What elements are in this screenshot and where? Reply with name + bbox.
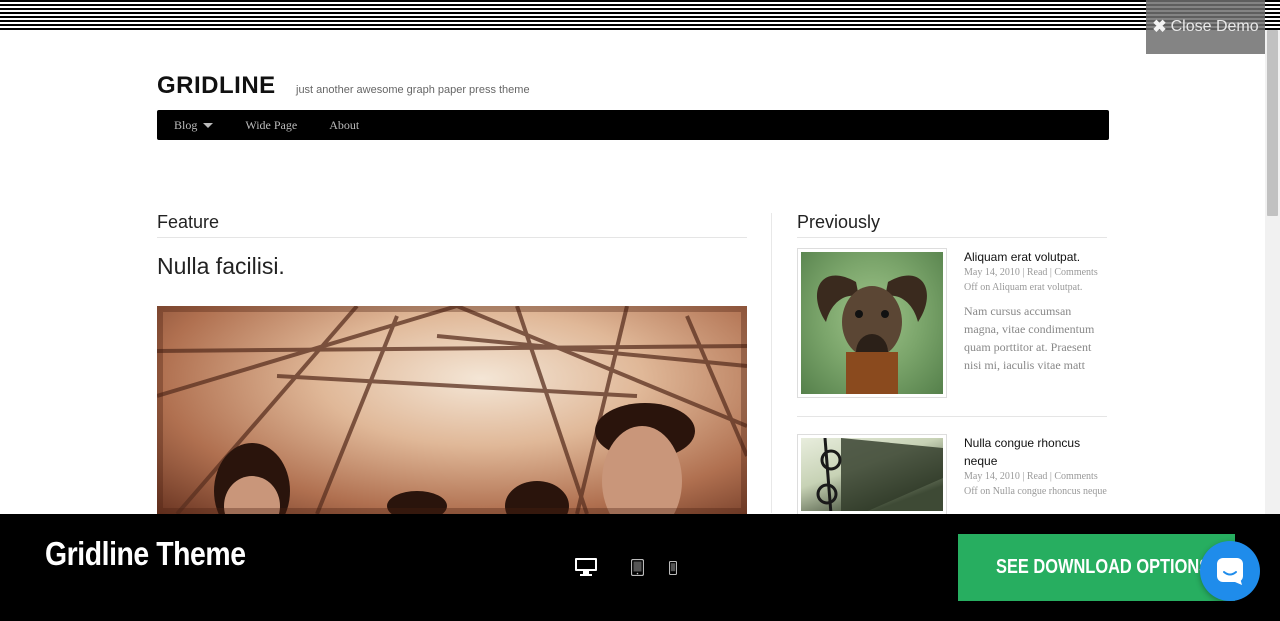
nav-item-label: Blog <box>174 117 198 132</box>
nav-item-label: Wide Page <box>245 117 298 132</box>
site-title[interactable]: GRIDLINE <box>157 72 276 100</box>
nav-item-about[interactable]: About <box>329 118 359 133</box>
scrollbar-thumb[interactable] <box>1267 30 1278 216</box>
post-excerpt: Nam cursus accumsan magna, vitae condime… <box>964 304 1095 372</box>
chat-launcher-button[interactable] <box>1200 541 1260 601</box>
divider <box>797 416 1107 417</box>
decorative-stripe-band <box>0 0 1280 30</box>
nav-item-blog[interactable]: Blog <box>174 117 214 133</box>
close-demo-label: Close Demo <box>1170 18 1259 35</box>
close-icon: ✖ <box>1152 17 1167 36</box>
feature-image[interactable] <box>157 306 747 514</box>
column-divider <box>771 213 772 513</box>
post-meta: May 14, 2010 | Read | Comments Off on Al… <box>964 267 1098 293</box>
see-download-options-button[interactable]: SEE DOWNLOAD OPTIONS <box>958 534 1235 601</box>
feature-post-title[interactable]: Nulla facilisi. <box>157 253 285 280</box>
post-thumbnail[interactable] <box>797 248 947 398</box>
sidebar-heading: Previously <box>797 212 881 232</box>
desktop-icon[interactable] <box>575 558 597 581</box>
divider <box>797 237 1107 238</box>
download-button-label: SEE DOWNLOAD OPTIONS <box>996 556 1211 578</box>
post-thumbnail[interactable] <box>797 434 947 514</box>
chevron-down-icon <box>203 122 214 128</box>
post-title[interactable]: Aliquam erat volutpat. <box>964 248 1109 266</box>
phone-icon[interactable] <box>668 560 678 580</box>
close-demo-button[interactable]: ✖ Close Demo <box>1146 0 1265 54</box>
tablet-icon[interactable] <box>630 558 645 581</box>
nav-item-wide-page[interactable]: Wide Page <box>245 118 297 133</box>
post-meta: May 14, 2010 | Read | Comments Off on Nu… <box>964 471 1107 497</box>
feature-heading: Feature <box>157 212 220 232</box>
theme-name: Gridline Theme <box>45 535 246 572</box>
main-nav: Blog Wide Page About <box>157 110 1109 140</box>
post-title[interactable]: Nulla congue rhoncus neque <box>964 434 1109 470</box>
chat-icon <box>1217 558 1243 585</box>
divider <box>157 237 747 238</box>
site-tagline: just another awesome graph paper press t… <box>296 84 530 96</box>
nav-item-label: About <box>329 117 360 132</box>
